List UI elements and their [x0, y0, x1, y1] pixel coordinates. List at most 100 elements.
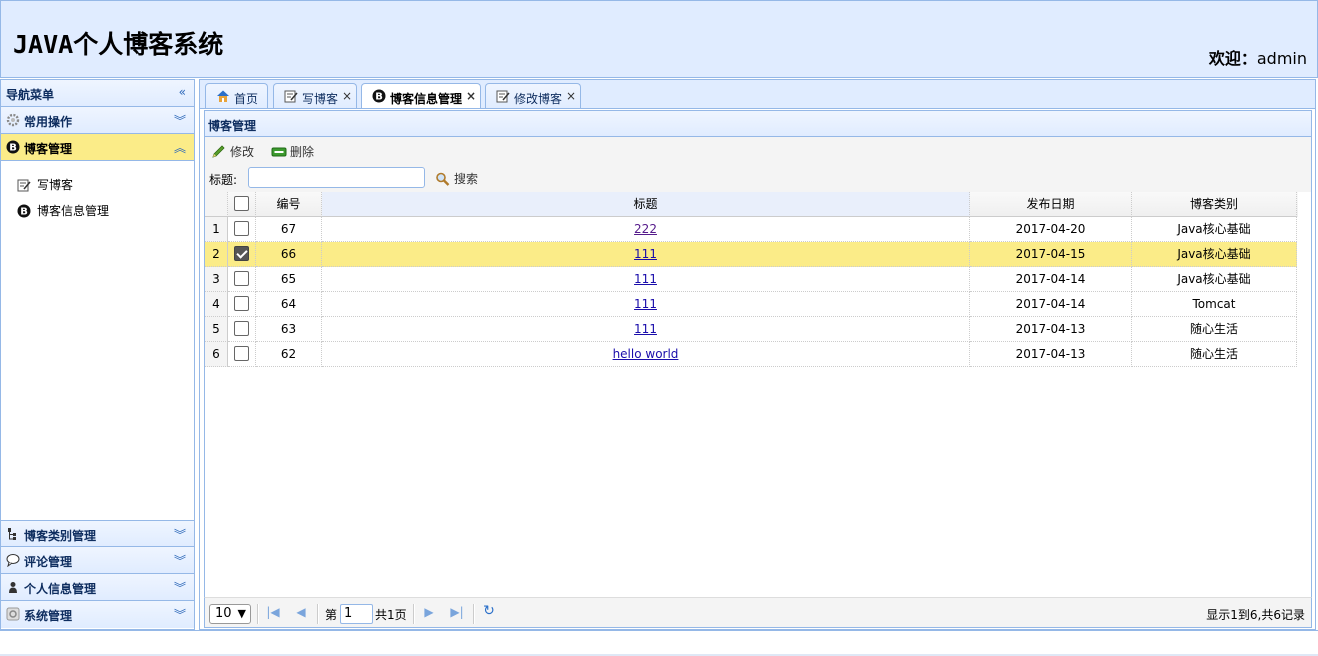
blog-title-link[interactable]: 222 — [634, 222, 657, 236]
page-size-select[interactable]: 10 ▼ — [209, 604, 251, 624]
expand-icon[interactable]: ︾ — [174, 552, 186, 569]
expand-icon[interactable]: ︾ — [174, 579, 186, 596]
pagination-bar: 10 ▼ |◀ ◀ 第 1 共1页 ▶ ▶| ↻ 显示1到6,共6记录 — [204, 597, 1312, 628]
blog-title-link[interactable]: 111 — [634, 322, 657, 336]
tab-blog-info[interactable]: B 博客信息管理 × — [361, 83, 481, 110]
sidebar-panel-label: 博客类别管理 — [24, 529, 97, 543]
blog-table: 编号 标题 发布日期 博客类别 1 67 222 2017-04-20 Java… — [204, 192, 1312, 597]
sidebar: 导航菜单 « 常用操作 ︾ B 博客管理 ︽ 写博客 B 博客信息管理 博客类别管… — [0, 79, 195, 630]
column-header-date[interactable]: 发布日期 — [970, 192, 1132, 217]
row-checkbox[interactable] — [234, 245, 249, 261]
chevron-down-icon: ▼ — [237, 607, 246, 620]
sidebar-panel-common[interactable]: 常用操作 ︾ — [1, 107, 194, 134]
refresh-icon[interactable]: ↻ — [481, 603, 497, 619]
table-row[interactable]: 2 66 111 2017-04-15 Java核心基础 — [205, 242, 1298, 267]
cell-date: 2017-04-13 — [970, 342, 1132, 367]
edit-button[interactable]: 修改 — [211, 143, 254, 160]
expand-icon[interactable]: ︾ — [174, 606, 186, 623]
table-row[interactable]: 4 64 111 2017-04-14 Tomcat — [205, 292, 1298, 317]
pencil-icon — [212, 144, 225, 158]
tab-home[interactable]: 首页 — [205, 83, 268, 109]
collapse-sidebar-icon[interactable]: « — [179, 85, 186, 99]
row-number: 1 — [205, 217, 228, 242]
row-checkbox[interactable] — [234, 220, 249, 236]
close-icon[interactable]: × — [342, 89, 352, 103]
cell-date: 2017-04-20 — [970, 217, 1132, 242]
separator — [473, 604, 475, 624]
prev-page-icon[interactable]: ◀ — [293, 605, 309, 621]
sidebar-item-write-blog[interactable]: 写博客 — [17, 176, 73, 193]
nav-menu-header: 导航菜单 « — [1, 80, 194, 107]
delete-button[interactable]: 删除 — [271, 143, 314, 160]
panel-header: 博客管理 — [204, 110, 1312, 137]
table-row[interactable]: 3 65 111 2017-04-14 Java核心基础 — [205, 267, 1298, 292]
sidebar-panel-system[interactable]: 系统管理 ︾ — [1, 601, 194, 628]
row-checkbox-cell — [228, 217, 256, 242]
blog-title-link[interactable]: 111 — [634, 297, 657, 311]
edit-icon — [17, 179, 31, 191]
footer — [0, 630, 1318, 656]
row-checkbox[interactable] — [234, 345, 249, 361]
search-icon — [436, 172, 450, 186]
cell-title: 111 — [322, 292, 970, 317]
cell-title: 111 — [322, 267, 970, 292]
edit-button-label: 修改 — [230, 145, 255, 159]
column-header-title[interactable]: 标题 — [322, 192, 970, 217]
sidebar-panel-profile[interactable]: 个人信息管理 ︾ — [1, 574, 194, 601]
row-checkbox[interactable] — [234, 270, 249, 286]
panel-title: 博客管理 — [208, 119, 257, 133]
row-checkbox[interactable] — [234, 320, 249, 336]
system-icon — [6, 607, 20, 621]
collapse-icon[interactable]: ︽ — [174, 139, 186, 156]
expand-icon[interactable]: ︾ — [174, 112, 186, 129]
row-number: 3 — [205, 267, 228, 292]
column-header-category[interactable]: 博客类别 — [1132, 192, 1297, 217]
first-page-icon[interactable]: |◀ — [265, 605, 281, 621]
cell-date: 2017-04-14 — [970, 292, 1132, 317]
sidebar-item-blog-info[interactable]: B 博客信息管理 — [17, 202, 109, 219]
sidebar-panel-blog[interactable]: B 博客管理 ︽ — [1, 134, 194, 161]
cell-id: 65 — [256, 267, 322, 292]
expand-icon[interactable]: ︾ — [174, 526, 186, 543]
title-search-input[interactable] — [248, 167, 425, 188]
blog-title-link[interactable]: 111 — [634, 247, 657, 261]
tab-label: 博客信息管理 — [390, 92, 463, 106]
page-number-input[interactable]: 1 — [340, 604, 373, 624]
home-icon — [217, 90, 229, 102]
search-button[interactable]: 搜索 — [435, 170, 478, 187]
nav-menu-title: 导航菜单 — [6, 88, 55, 102]
last-page-icon[interactable]: ▶| — [449, 605, 465, 621]
row-checkbox-cell — [228, 317, 256, 342]
tab-label: 写博客 — [302, 92, 339, 106]
close-icon[interactable]: × — [466, 89, 476, 103]
blog-title-link[interactable]: 111 — [634, 272, 657, 286]
column-header-id[interactable]: 编号 — [256, 192, 322, 217]
blog-icon: B — [372, 89, 386, 103]
cell-id: 64 — [256, 292, 322, 317]
comment-icon — [6, 554, 20, 567]
table-row[interactable]: 5 63 111 2017-04-13 随心生活 — [205, 317, 1298, 342]
tab-write-blog[interactable]: 写博客 × — [273, 83, 357, 109]
cell-category: 随心生活 — [1132, 317, 1297, 342]
sidebar-panel-comments[interactable]: 评论管理 ︾ — [1, 547, 194, 574]
sidebar-panel-label: 评论管理 — [24, 555, 73, 569]
tab-edit-blog[interactable]: 修改博客 × — [485, 83, 581, 109]
row-checkbox[interactable] — [234, 295, 249, 311]
username: admin — [1256, 49, 1307, 68]
blog-management-panel: 博客管理 修改 删除 标题: 搜索 编号 标题 发布日期 博客类别 1 67 2… — [199, 108, 1316, 630]
app-header: JAVA个人博客系统 欢迎：admin — [0, 0, 1318, 78]
select-all-checkbox[interactable] — [234, 195, 249, 211]
user-icon — [9, 582, 17, 593]
blog-title-link[interactable]: hello world — [613, 347, 679, 361]
row-number-header — [205, 192, 228, 217]
next-page-icon[interactable]: ▶ — [421, 605, 437, 621]
table-row[interactable]: 6 62 hello world 2017-04-13 随心生活 — [205, 342, 1298, 367]
edit-icon — [284, 90, 298, 103]
tab-bar: 首页 写博客 × B 博客信息管理 × 修改博客 × — [199, 79, 1316, 110]
table-row[interactable]: 1 67 222 2017-04-20 Java核心基础 — [205, 217, 1298, 242]
separator — [257, 604, 259, 624]
sidebar-panel-category[interactable]: 博客类别管理 ︾ — [1, 520, 194, 547]
svg-text:B: B — [375, 92, 383, 103]
svg-text:B: B — [20, 206, 28, 217]
close-icon[interactable]: × — [566, 89, 576, 103]
